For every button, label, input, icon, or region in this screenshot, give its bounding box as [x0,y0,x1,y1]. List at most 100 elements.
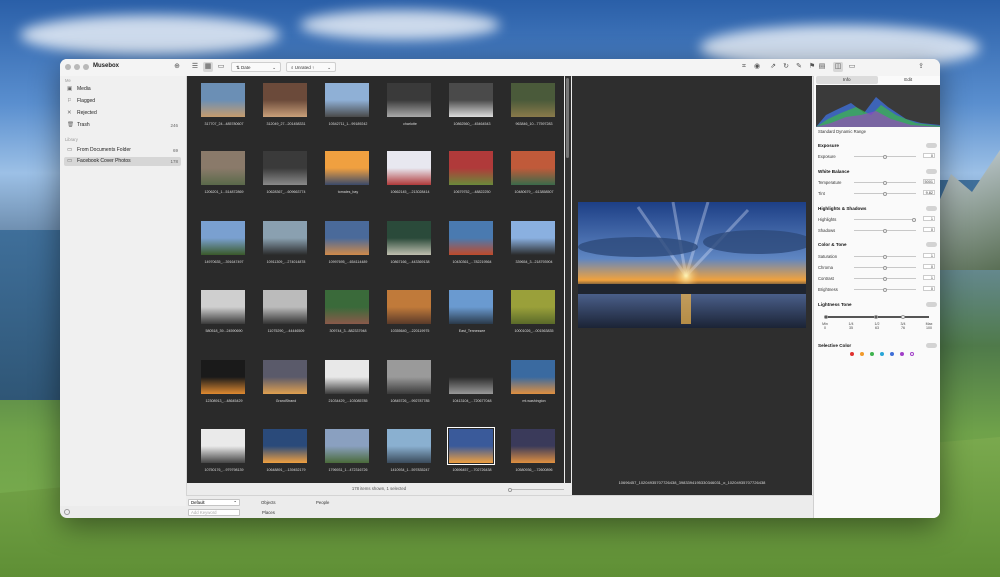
highlights-value[interactable]: 1 [923,216,935,221]
color-swatch-custom[interactable] [910,352,914,356]
tab-edit[interactable]: Edit [878,76,940,84]
photo-thumbnail[interactable]: 10580936_...72600896 [503,429,565,479]
tint-value[interactable]: 9.82 [923,190,935,195]
photo-thumbnail[interactable]: 10911309_...274014878 [255,221,317,271]
sidebar-item-documents-folder[interactable]: ▭ From Documents Folder 69 [64,146,181,155]
window-controls[interactable] [65,64,89,70]
photo-thumbnail[interactable]: GrandStrand [255,360,317,410]
share-icon[interactable]: ⇪ [916,62,926,72]
preview-view-icon[interactable]: ▭ [847,62,857,72]
color-tone-toggle[interactable] [926,242,937,247]
selective-color-toggle[interactable] [926,343,937,348]
temperature-slider[interactable] [854,180,916,185]
photo-thumbnail[interactable]: 1796931_1...472316726 [317,429,379,479]
sidebar-item-flagged[interactable]: ⚐ Flagged [64,97,181,106]
grid-scrollbar[interactable] [565,76,571,483]
saturation-value[interactable]: 1 [923,253,935,258]
shadows-slider[interactable] [854,228,916,233]
sidebar-toggle-icon[interactable]: ▤ [817,62,827,72]
color-swatch[interactable] [870,352,874,356]
highlights-shadows-toggle[interactable] [926,206,937,211]
photo-thumbnail[interactable]: East_Tennessee [441,290,503,340]
flag-icon[interactable]: ⚑ [807,62,817,72]
photo-thumbnail[interactable]: 10997695_...654114489 [317,221,379,271]
photo-thumbnail[interactable]: 11075290_...44446509 [255,290,317,340]
photo-thumbnail[interactable]: 10696457_...702726438 [441,427,503,479]
lightness-tone-slider[interactable] [824,314,929,319]
grid-view-icon[interactable]: ▦ [203,62,213,72]
white-balance-toggle[interactable] [926,169,937,174]
photo-thumbnail[interactable]: 309744_3...882337948 [317,290,379,340]
photo-thumbnail[interactable]: 1410934_1...597835247 [379,429,441,479]
list-view-icon[interactable]: ☰ [190,62,200,72]
photo-thumbnail[interactable]: tomales_bay [317,151,379,201]
chroma-value[interactable]: 0 [923,264,935,269]
photo-thumbnail[interactable]: 10480679_...613858507 [503,151,565,201]
photo-thumbnail[interactable]: 10542711_1...99189242 [317,83,379,133]
photo-thumbnail[interactable]: 1206201_1...514872869 [193,151,255,201]
sort-dropdown[interactable]: ⇅ Date ⌄ [231,62,281,72]
photo-thumbnail[interactable]: 10679752_...48822250 [441,151,503,201]
temperature-value[interactable]: 5001 [923,179,935,184]
crop-icon[interactable]: ⌗ [739,62,749,72]
color-swatch[interactable] [890,352,894,356]
photo-thumbnail[interactable]: 580518_39...24590690 [193,290,255,340]
exposure-slider[interactable] [854,154,916,159]
photo-thumbnail[interactable]: 10862560_...45464543 [441,83,503,133]
filter-dropdown[interactable]: ⌕ Unrated ↑ ⌄ [286,62,336,72]
color-swatch[interactable] [880,352,884,356]
people-button[interactable]: People [316,500,329,505]
highlights-slider[interactable] [854,217,916,222]
lightness-tone-toggle[interactable] [926,302,937,307]
eye-icon[interactable]: ◉ [752,62,762,72]
sidebar-footer-icon[interactable] [64,509,70,515]
chroma-slider[interactable] [854,265,916,270]
keyword-input[interactable]: Add Keyword [188,509,240,516]
sidebar-item-trash[interactable]: 🗑 Trash 246 [64,121,181,130]
color-swatch[interactable] [850,352,854,356]
rotate-icon[interactable]: ↻ [781,62,791,72]
contrast-slider[interactable] [854,276,916,281]
exposure-value[interactable]: 0 [923,153,935,158]
photo-thumbnail[interactable]: 10648891_...139452179 [255,429,317,479]
photo-thumbnail[interactable]: 10845726_...992787785 [379,360,441,410]
photo-thumbnail[interactable]: 10413104_...720677048 [441,360,503,410]
photo-thumbnail[interactable]: 10867166_...443369138 [379,221,441,271]
photo-thumbnail[interactable]: 963846_10...77597283 [503,83,565,133]
sidebar-item-rejected[interactable]: ✕ Rejected [64,109,181,118]
tab-info[interactable]: Info [816,76,878,84]
objects-button[interactable]: Objects [261,500,276,505]
photo-thumbnail[interactable]: 10662145_...213028414 [379,151,441,201]
exposure-toggle[interactable] [926,143,937,148]
photo-thumbnail[interactable]: mt.washington [503,360,565,410]
photo-thumbnail[interactable]: 312049_27...201458331 [255,83,317,133]
photo-thumbnail[interactable]: 12308913_...48645429 [193,360,255,410]
contrast-value[interactable]: 1 [923,275,935,280]
photo-thumbnail[interactable]: 10628367_...609663774 [255,151,317,201]
color-swatch[interactable] [900,352,904,356]
sidebar-item-media[interactable]: ▣ Media [64,85,181,94]
brightness-slider[interactable] [854,287,916,292]
photo-thumbnail[interactable]: 14970635_...391647497 [193,221,255,271]
photo-thumbnail[interactable]: 21034429_...103085785 [317,360,379,410]
photo-thumbnail[interactable]: 10750176_...979798139 [193,429,255,479]
photo-thumbnail[interactable]: 317707_24...485780607 [193,83,255,133]
photo-thumbnail[interactable]: 10355640_...220119975 [379,290,441,340]
thumbnail-size-slider[interactable] [508,487,564,492]
photo-thumbnail[interactable]: 339654_3...218793904 [503,221,565,271]
saturation-slider[interactable] [854,254,916,259]
add-icon[interactable]: ⊕ [172,62,182,72]
single-view-icon[interactable]: ▭ [216,62,226,72]
places-button[interactable]: Places [262,510,275,515]
edit-icon[interactable]: ✎ [794,62,804,72]
photo-thumbnail[interactable]: 10001026_...001563835 [503,290,565,340]
photo-thumbnail[interactable]: charlotte [379,83,441,133]
mode-select[interactable]: Default ⌃ [188,499,240,506]
color-swatch[interactable] [860,352,864,356]
photo-thumbnail[interactable]: 10430361_...782219564 [441,221,503,271]
sidebar-item-facebook-cover[interactable]: ▭ Facebook Cover Photos 178 [64,157,181,166]
brightness-value[interactable]: 0 [923,286,935,291]
share-out-icon[interactable]: ⇗ [768,62,778,72]
tint-slider[interactable] [854,191,916,196]
split-view-icon[interactable]: ◫ [833,62,843,72]
